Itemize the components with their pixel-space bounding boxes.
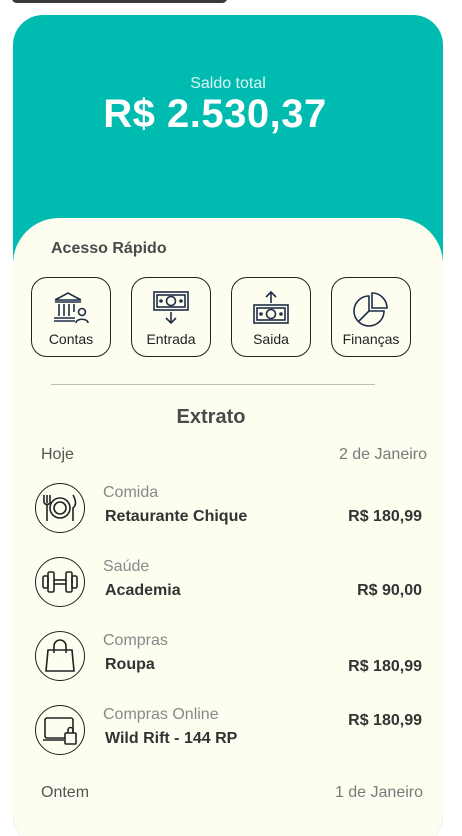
shopping-bag-icon [35, 631, 85, 681]
quick-item-saida[interactable]: Saida [231, 277, 311, 357]
transaction-amount: R$ 90,00 [357, 582, 422, 599]
quick-item-label: Contas [48, 331, 94, 347]
day-date: 2 de Janeiro [338, 446, 427, 463]
transaction-category: Saúde [103, 558, 150, 575]
transaction-category: Compras Online [103, 706, 219, 723]
quick-item-label: Finanças [342, 331, 400, 347]
status-bar [12, 0, 227, 3]
quick-item-label: Saida [253, 331, 289, 347]
day-label: Hoje [41, 446, 74, 463]
quick-access-title: Acesso Rápido [51, 240, 167, 257]
balance-label: Saldo total [190, 75, 266, 92]
transaction-name: Academia [105, 582, 181, 599]
statement-title: Extrato [176, 406, 246, 428]
quick-item-label: Entrada [146, 331, 196, 347]
transaction-category: Comida [103, 484, 159, 501]
transaction-name: Retaurante Chique [105, 508, 248, 525]
transaction-name: Roupa [105, 656, 155, 673]
money-out-icon [253, 290, 289, 324]
money-in-icon [153, 291, 189, 325]
plate-cutlery-icon [35, 483, 85, 533]
transaction-amount: R$ 180,99 [348, 508, 422, 525]
quick-item-contas[interactable]: Contas [31, 277, 111, 357]
pie-chart-icon [353, 292, 388, 327]
divider [51, 384, 375, 385]
wallet-card: Saldo total R$ 2.530,37 Acesso Rápido Co… [13, 15, 443, 836]
transaction-amount: R$ 180,99 [348, 658, 422, 675]
dumbbell-icon [35, 557, 85, 607]
quick-item-financas[interactable]: Finanças [331, 277, 411, 357]
transaction-amount: R$ 180,99 [348, 712, 422, 729]
bank-icon [54, 292, 89, 324]
transaction-category: Compras [103, 632, 168, 649]
laptop-bag-icon [35, 705, 85, 755]
content-panel: Acesso Rápido Contas Entrada Saida Finan… [13, 218, 443, 836]
day-label: Ontem [41, 784, 90, 801]
day-date: 1 de Janeiro [334, 784, 423, 801]
transaction-name: Wild Rift - 144 RP [105, 730, 238, 747]
balance-value: R$ 2.530,37 [103, 92, 327, 136]
quick-item-entrada[interactable]: Entrada [131, 277, 211, 357]
